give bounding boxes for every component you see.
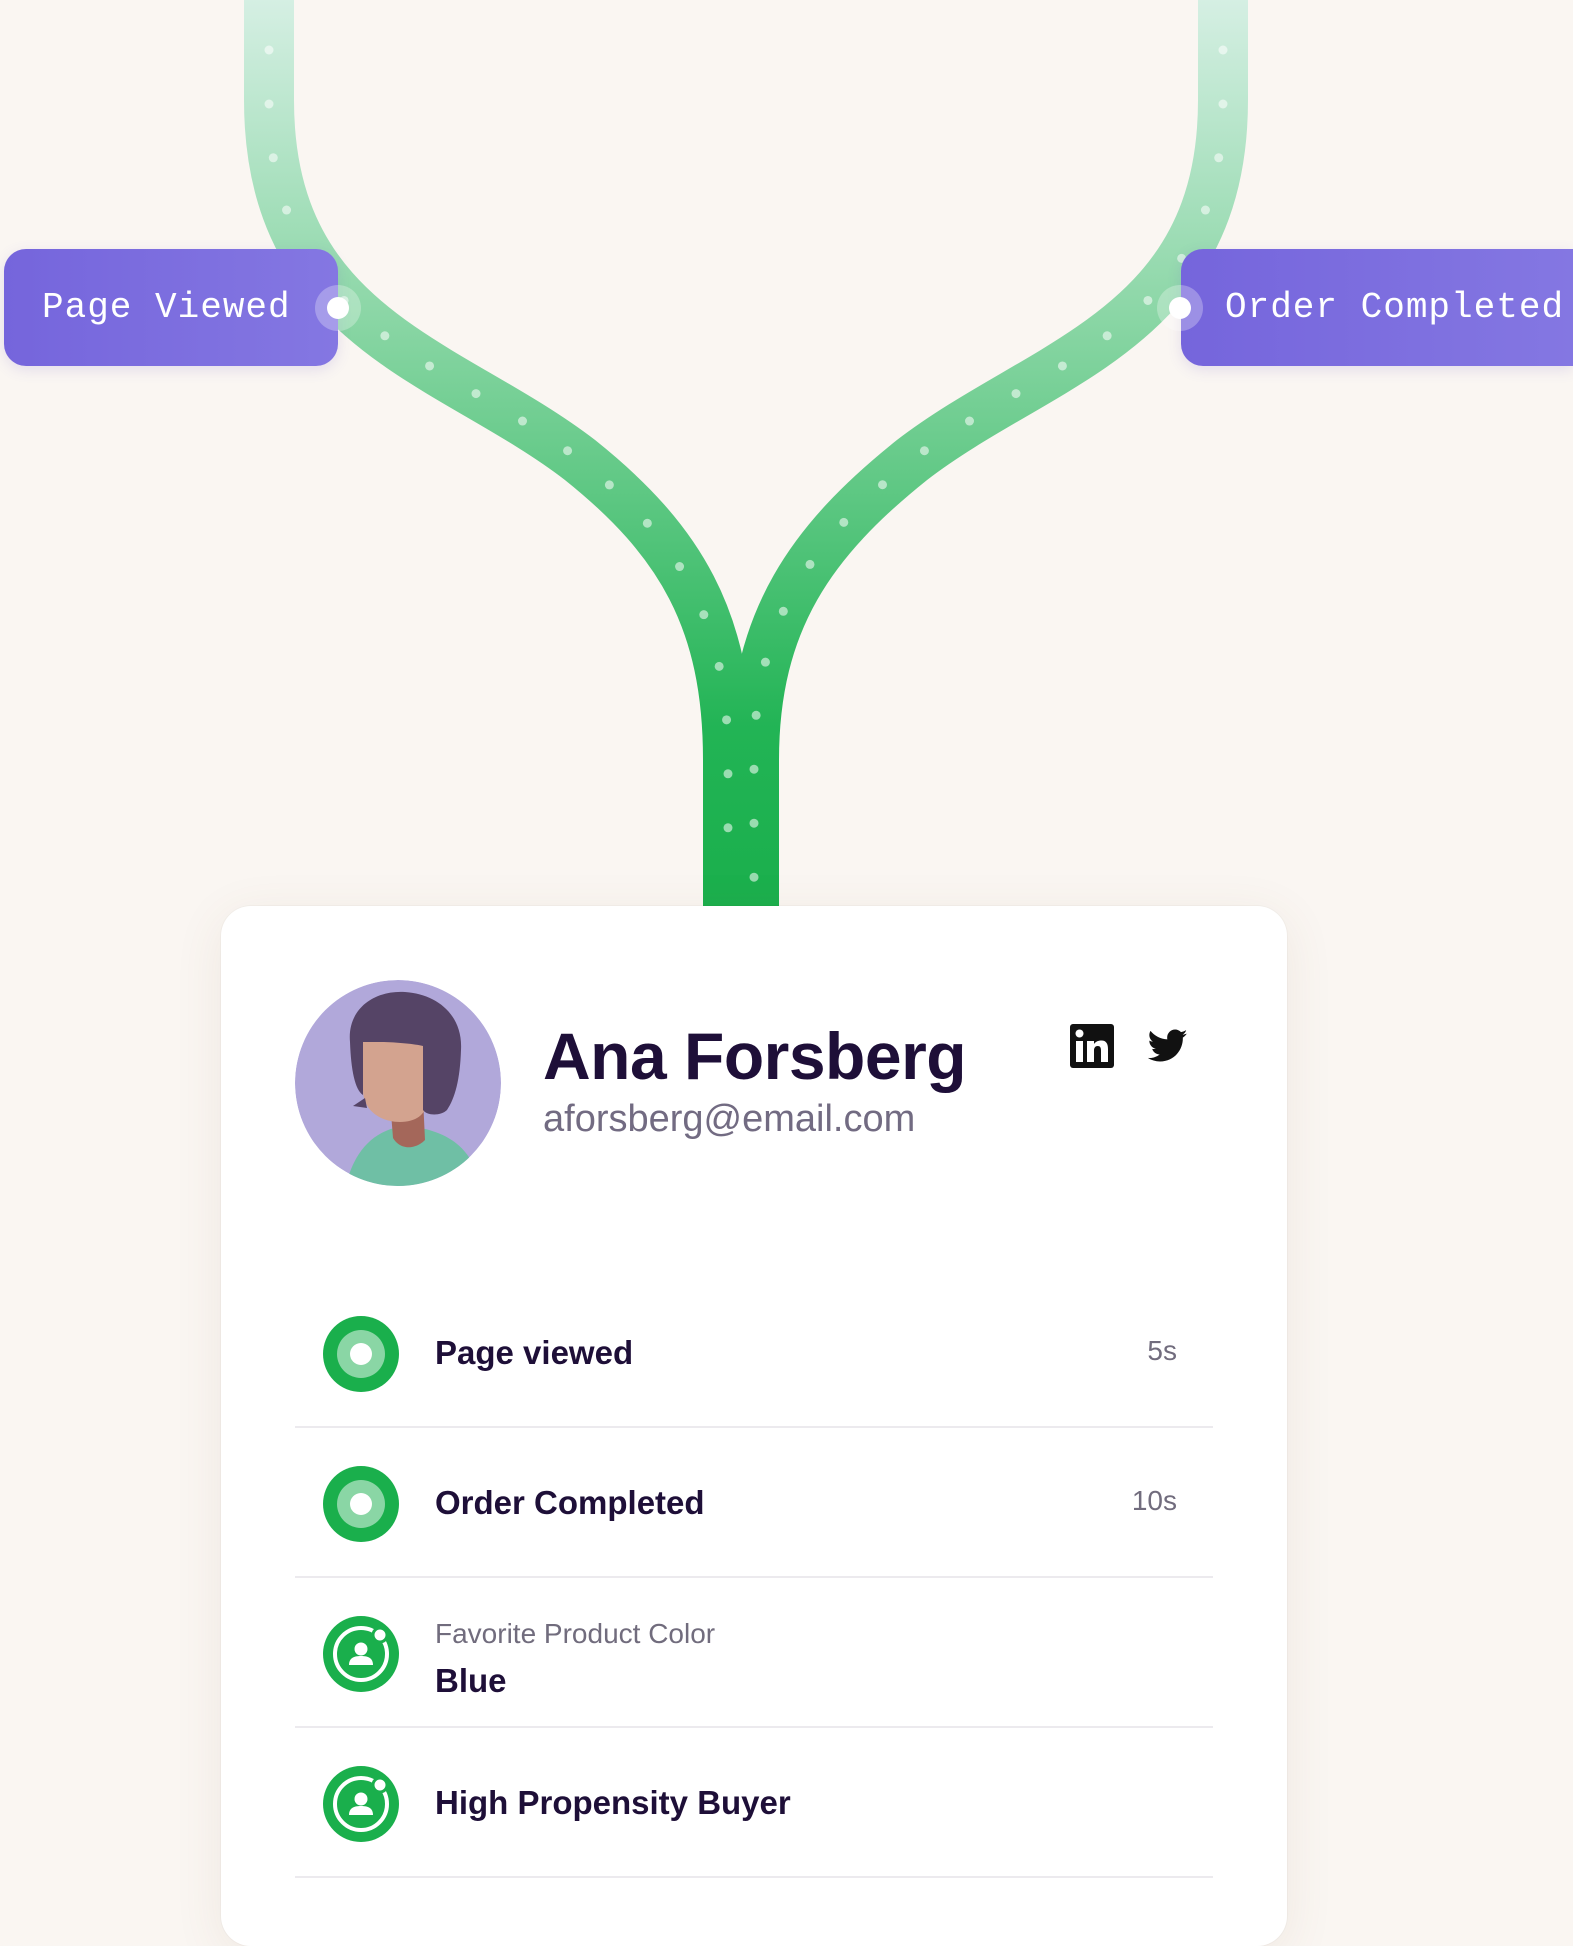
stream-dot (714, 661, 724, 671)
stream-dot (965, 416, 975, 426)
row-time: 10s (1131, 1485, 1177, 1516)
stream-dot (471, 389, 481, 399)
stream-dot (1218, 99, 1228, 109)
timeline-row-page-viewed[interactable]: Page viewed 5s (295, 1278, 1213, 1428)
stream-dot (723, 823, 733, 833)
stream-dot (723, 769, 733, 779)
avatar (295, 980, 501, 1186)
timeline-row-favorite-color[interactable]: Favorite Product Color Blue (295, 1578, 1213, 1728)
stream-dot (877, 480, 887, 490)
stream-dot (919, 446, 929, 456)
stream-dot (722, 715, 732, 725)
row-label: Favorite Product Color (435, 1618, 716, 1649)
connector-dot (327, 296, 349, 319)
stream-dot (264, 99, 274, 109)
stream-dot (1102, 331, 1112, 341)
stream-dot (778, 606, 788, 616)
stream-dot (1214, 153, 1224, 163)
row-title: Order Completed (435, 1484, 705, 1521)
order-completed-event-pill: Order Completed (1169, 249, 1573, 366)
stream-dot (604, 480, 614, 490)
stream-dot (751, 710, 761, 720)
profile-email: aforsberg@email.com (543, 1098, 916, 1140)
stream-dot (1011, 389, 1021, 399)
stream-dot (749, 872, 759, 882)
stream-dot (425, 361, 435, 371)
user-trait-icon (323, 1766, 399, 1842)
user-trait-icon (323, 1616, 399, 1692)
stream-dot (1218, 45, 1228, 55)
linkedin-icon[interactable] (1070, 1024, 1114, 1068)
stream-dot (760, 657, 770, 667)
stream-dot (268, 153, 278, 163)
stream-dot (699, 610, 709, 620)
stream-dot (517, 416, 527, 426)
pill-label: Page Viewed (42, 287, 291, 328)
stream-dot (805, 559, 815, 569)
stream-dot (749, 764, 759, 774)
row-title: Page viewed (435, 1334, 634, 1371)
event-dot-icon (323, 1466, 399, 1542)
timeline-row-high-propensity[interactable]: High Propensity Buyer (295, 1728, 1213, 1878)
stream-dot (282, 205, 292, 215)
event-dot-icon (323, 1316, 399, 1392)
stream-dot (839, 517, 849, 527)
stream-dot (1200, 205, 1210, 215)
page-viewed-event-pill: Page Viewed (4, 249, 349, 366)
data-flow-diagram (244, 0, 1248, 910)
left-stream (244, 0, 753, 910)
stream-dot (563, 446, 573, 456)
stream-dot (675, 562, 685, 572)
twitter-icon[interactable] (1147, 1028, 1188, 1064)
stream-dot (1057, 361, 1067, 371)
right-stream (729, 0, 1248, 910)
stream-dot (264, 45, 274, 55)
stream-dot (1143, 295, 1153, 305)
stream-dot (380, 331, 390, 341)
profile-name: Ana Forsberg (543, 1019, 967, 1093)
row-value: Blue (435, 1662, 507, 1699)
row-time: 5s (1147, 1335, 1177, 1366)
stream-dot (749, 818, 759, 828)
row-title: High Propensity Buyer (435, 1784, 791, 1821)
profile-card: Ana Forsberg aforsberg@email.com Page vi… (221, 906, 1287, 1946)
stream-dot (642, 518, 652, 528)
connector-dot (1169, 296, 1191, 319)
timeline-row-order-completed[interactable]: Order Completed 10s (295, 1428, 1213, 1578)
pill-label: Order Completed (1225, 287, 1565, 328)
